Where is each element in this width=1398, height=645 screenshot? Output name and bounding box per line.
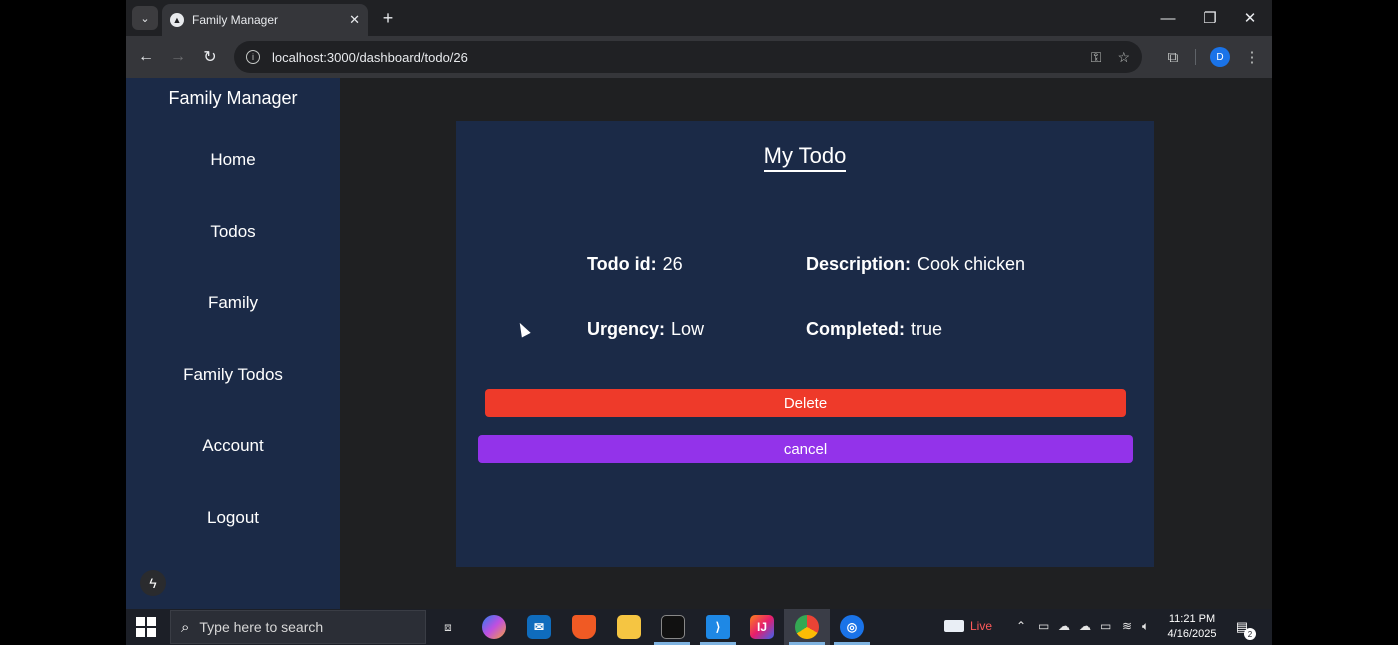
todo-id-field: Todo id: 26 — [587, 254, 683, 275]
cancel-button[interactable]: cancel — [478, 435, 1133, 463]
toolbar-divider — [1195, 49, 1196, 65]
sidebar-item-family[interactable]: Family — [126, 293, 340, 313]
sidebar-item-home[interactable]: Home — [126, 150, 340, 170]
file-explorer-icon[interactable] — [617, 615, 641, 639]
profile-avatar[interactable]: D — [1210, 47, 1230, 67]
new-tab-button[interactable]: + — [378, 8, 398, 28]
tab-search-button[interactable]: ⌄ — [132, 6, 158, 30]
completed-value: true — [911, 319, 943, 339]
lightning-icon[interactable]: ϟ — [140, 570, 166, 596]
tab-close-icon[interactable]: ✕ — [349, 12, 360, 28]
urgency-value: Low — [671, 319, 705, 339]
system-clock[interactable]: 11:21 PM 4/16/2025 — [1162, 612, 1222, 642]
brave-icon[interactable] — [572, 615, 596, 639]
terminal-icon[interactable] — [661, 615, 685, 639]
live-news-widget[interactable]: Live — [944, 619, 992, 633]
site-info-icon[interactable]: i — [246, 50, 260, 64]
description-field: Description: Cook chicken — [806, 254, 1025, 275]
address-bar[interactable]: i localhost:3000/dashboard/todo/26 ⚿ ☆ — [234, 41, 1142, 73]
todo-id-value: 26 — [662, 254, 683, 274]
description-value: Cook chicken — [917, 254, 1026, 274]
outlook-icon[interactable]: ✉ — [527, 615, 551, 639]
card-title: My Todo — [763, 143, 847, 172]
chevron-down-icon: ⌄ — [140, 12, 150, 25]
app-brand: Family Manager — [168, 88, 298, 108]
windows-start-icon[interactable] — [136, 617, 156, 637]
completed-label: Completed: — [806, 319, 905, 339]
minimize-icon[interactable]: — — [1150, 6, 1186, 30]
mlb-logo-icon — [944, 620, 964, 632]
clock-time: 11:21 PM — [1168, 613, 1216, 625]
urgency-field: Urgency: Low — [587, 319, 704, 340]
delete-button[interactable]: Delete — [485, 389, 1126, 417]
close-window-icon[interactable]: ✕ — [1232, 6, 1268, 30]
extensions-icon[interactable]: ⧉ — [1161, 45, 1185, 69]
jetbrains-icon[interactable]: IJ — [750, 615, 774, 639]
urgency-label: Urgency: — [587, 319, 666, 339]
web-page: Family Manager Home Todos Family Family … — [126, 78, 1272, 609]
tab-title: Family Manager — [192, 13, 279, 27]
browser-tab[interactable]: ▲ Family Manager ✕ — [162, 4, 368, 36]
url-text[interactable]: localhost:3000/dashboard/todo/26 — [272, 50, 1075, 65]
todo-card: My Todo Todo id: 26 Description: Cook chic… — [456, 121, 1154, 567]
chrome-icon[interactable] — [795, 615, 819, 639]
restore-icon[interactable]: ❐ — [1192, 6, 1228, 30]
vscode-icon[interactable]: ⟩ — [706, 615, 730, 639]
notification-count-badge: 2 — [1244, 628, 1256, 640]
wifi-icon[interactable]: ≋ — [1122, 619, 1132, 633]
windows-taskbar: ⌕ Type here to search ⧈ ✉ ⟩ IJ ◎ Live ⌃ … — [126, 609, 1272, 645]
completed-field: Completed: true — [806, 319, 942, 340]
taskbar-search-box[interactable]: ⌕ Type here to search — [170, 610, 426, 644]
sidebar-item-family-todos[interactable]: Family Todos — [126, 365, 340, 385]
nextjs-favicon-icon: ▲ — [170, 13, 184, 27]
forward-icon[interactable]: → — [166, 45, 190, 69]
chevron-up-icon[interactable]: ⌃ — [1016, 619, 1026, 633]
notification-icon[interactable]: ▤ 2 — [1232, 617, 1256, 640]
onedrive-icon[interactable]: ☁ — [1079, 619, 1091, 633]
menu-kebab-icon[interactable]: ⋮ — [1240, 45, 1264, 69]
back-icon[interactable]: ← — [134, 45, 158, 69]
todo-id-label: Todo id: — [587, 254, 657, 274]
tab-strip: ⌄ ▲ Family Manager ✕ + — ❐ ✕ — [126, 0, 1272, 36]
task-view-icon[interactable]: ⧈ — [436, 615, 460, 639]
browser-window: ⌄ ▲ Family Manager ✕ + — ❐ ✕ ← → ↻ i loc… — [126, 0, 1272, 645]
clock-date: 4/16/2025 — [1167, 628, 1217, 640]
sidebar-item-account[interactable]: Account — [126, 436, 340, 456]
password-key-icon[interactable]: ⚿ — [1091, 49, 1102, 66]
sidebar-item-logout[interactable]: Logout — [126, 508, 340, 528]
description-label: Description: — [806, 254, 912, 274]
bookmark-star-icon[interactable]: ☆ — [1117, 49, 1130, 66]
meet-now-icon[interactable]: ▭ — [1038, 619, 1049, 633]
reload-icon[interactable]: ↻ — [198, 45, 222, 69]
sidebar-item-todos[interactable]: Todos — [126, 222, 340, 242]
chrome-profile-icon[interactable]: ◎ — [840, 615, 864, 639]
browser-toolbar: ← → ↻ i localhost:3000/dashboard/todo/26… — [126, 36, 1272, 78]
sidebar: Family Manager Home Todos Family Family … — [126, 78, 340, 609]
search-icon: ⌕ — [181, 618, 190, 636]
onedrive-sync-icon[interactable]: ☁ — [1058, 619, 1070, 633]
live-label: Live — [970, 619, 993, 633]
search-placeholder: Type here to search — [199, 619, 324, 635]
battery-icon[interactable]: ▭ — [1100, 619, 1111, 633]
copilot-icon[interactable] — [482, 615, 506, 639]
volume-icon[interactable]: 🔈︎ — [1142, 619, 1149, 634]
